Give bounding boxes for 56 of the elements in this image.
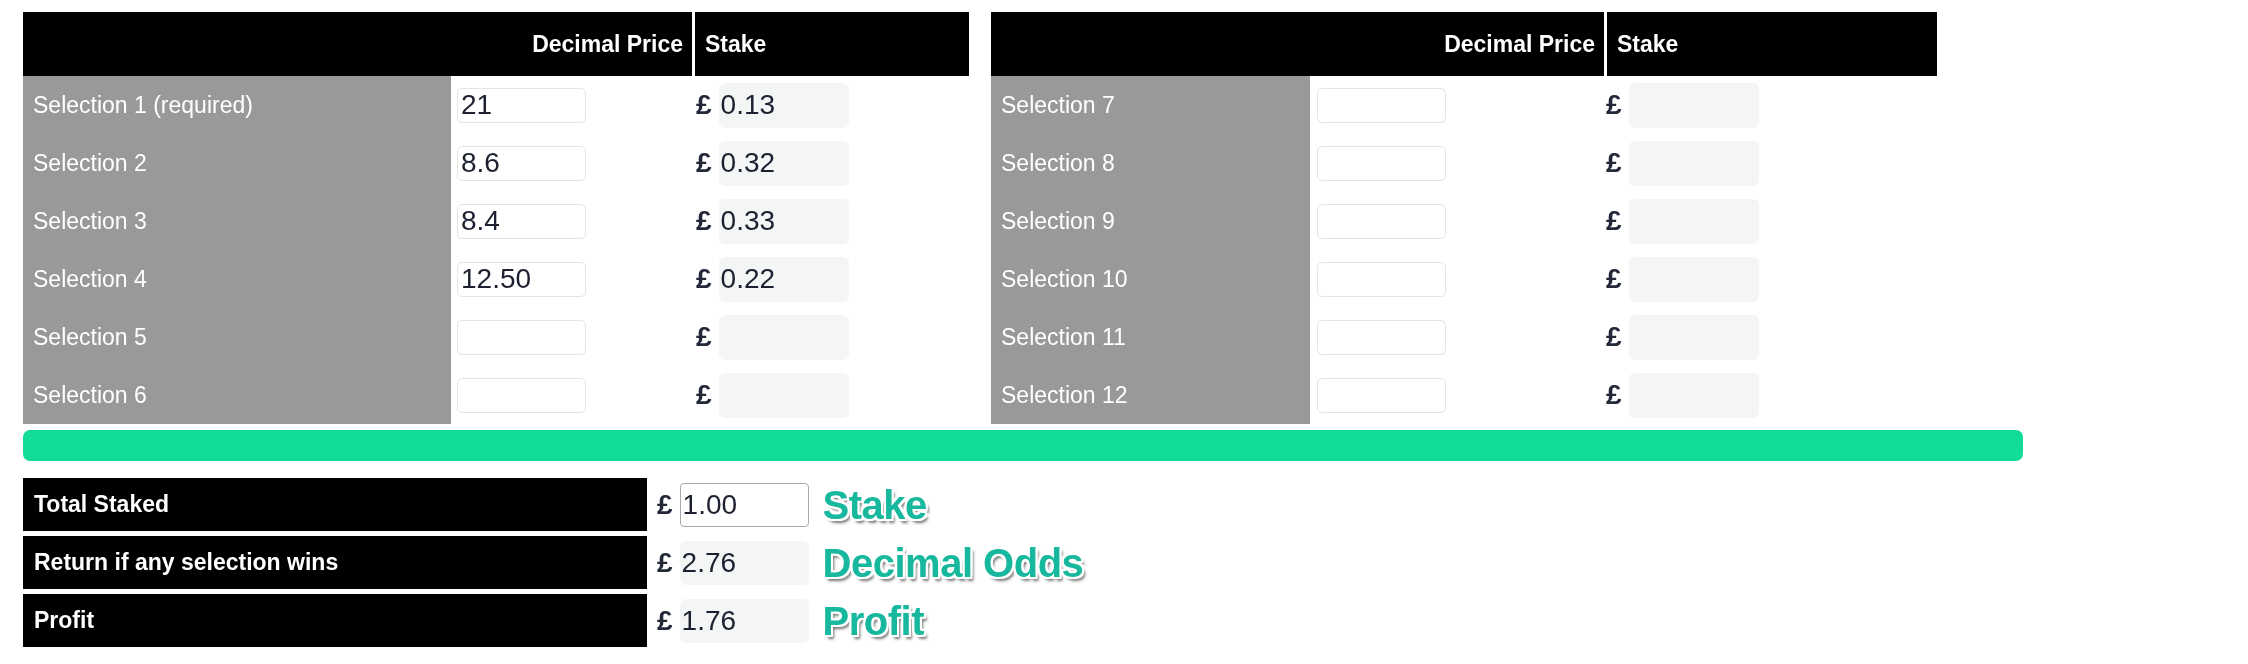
stake-value: 0.22: [718, 256, 849, 302]
price-input[interactable]: [457, 319, 586, 355]
price-input[interactable]: [1317, 145, 1446, 181]
selection-label: Selection 11: [991, 308, 1310, 366]
currency-symbol: £: [1606, 147, 1622, 179]
price-input[interactable]: 8.4: [457, 203, 586, 239]
total-stake-input[interactable]: 1.00: [679, 482, 809, 527]
currency-symbol: £: [1606, 379, 1622, 411]
column-header: Decimal Price: [1444, 30, 1595, 58]
stake-value: 0.33: [718, 198, 849, 244]
selection-label: Selection 2: [23, 134, 451, 192]
selection-label: Selection 6: [23, 366, 451, 424]
selection-label: Selection 9: [991, 192, 1310, 250]
price-input[interactable]: 8.6: [457, 145, 586, 181]
price-input[interactable]: [1317, 319, 1446, 355]
currency-symbol: £: [696, 263, 712, 295]
selection-label: Selection 8: [991, 134, 1310, 192]
stake-value: 0.32: [718, 140, 849, 186]
selection-label: Selection 1 (required): [23, 76, 451, 134]
currency-symbol: £: [1606, 205, 1622, 237]
price-input[interactable]: [1317, 261, 1446, 297]
currency-symbol: £: [696, 321, 712, 353]
price-input[interactable]: [1317, 203, 1446, 239]
currency-symbol: £: [696, 147, 712, 179]
summary-label: Return if any selection wins: [23, 536, 647, 589]
currency-symbol: £: [696, 89, 712, 121]
summary-label: Total Staked: [23, 478, 647, 531]
selection-label: Selection 7: [991, 76, 1310, 134]
price-input[interactable]: 12.50: [457, 261, 586, 297]
annotation-label: Decimal Odds: [822, 539, 1084, 586]
currency-symbol: £: [696, 379, 712, 411]
annotation-label: Stake: [822, 481, 927, 528]
currency-symbol: £: [657, 546, 673, 579]
column-header: Stake: [1617, 30, 1679, 58]
currency-symbol: £: [657, 604, 673, 637]
selection-label: Selection 10: [991, 250, 1310, 308]
stake-value: 0.13: [718, 82, 849, 128]
price-input[interactable]: [457, 377, 586, 413]
price-input[interactable]: [1317, 87, 1446, 123]
price-input[interactable]: [1317, 377, 1446, 413]
selection-label: Selection 5: [23, 308, 451, 366]
column-header: Stake: [705, 30, 767, 58]
result-value: 1.76: [679, 598, 809, 643]
currency-symbol: £: [696, 205, 712, 237]
column-header: Decimal Price: [532, 30, 683, 58]
summary-label: Profit: [23, 594, 647, 647]
currency-symbol: £: [1606, 321, 1622, 353]
result-value: 2.76: [679, 540, 809, 585]
currency-symbol: £: [1606, 263, 1622, 295]
selection-label: Selection 3: [23, 192, 451, 250]
price-input[interactable]: 21: [457, 87, 586, 123]
currency-symbol: £: [657, 488, 673, 521]
selection-label: Selection 12: [991, 366, 1310, 424]
selection-label: Selection 4: [23, 250, 451, 308]
annotation-label: Profit: [822, 597, 924, 644]
currency-symbol: £: [1606, 89, 1622, 121]
